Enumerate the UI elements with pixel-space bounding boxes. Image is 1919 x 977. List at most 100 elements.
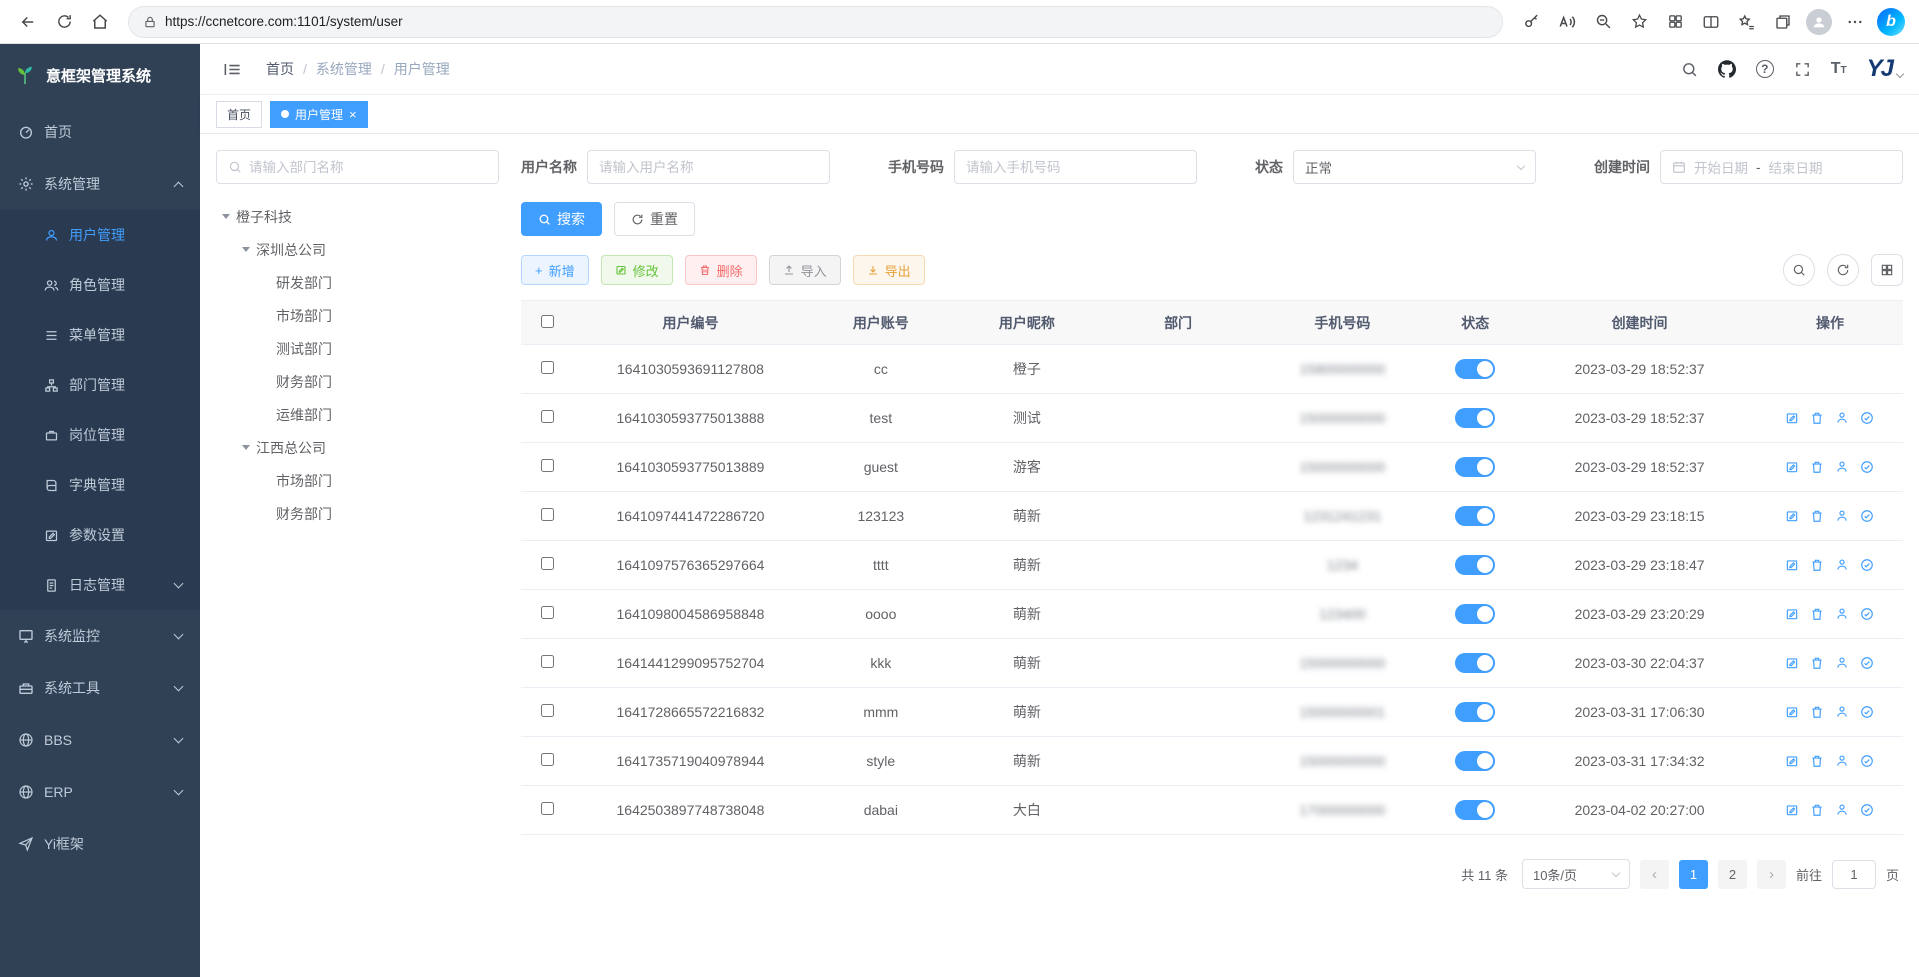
assign-role-icon[interactable] <box>1860 607 1874 621</box>
page-button-2[interactable]: 2 <box>1718 860 1747 889</box>
status-toggle[interactable] <box>1455 800 1495 820</box>
sidebar-item-dict-management[interactable]: 字典管理 <box>0 460 200 510</box>
next-page-button[interactable]: › <box>1757 860 1786 889</box>
profile-avatar[interactable] <box>1803 6 1835 38</box>
user-avatar-menu[interactable]: YJ <box>1867 55 1903 83</box>
sidebar-item-system-management[interactable]: 系统管理 <box>0 158 200 210</box>
reset-password-icon[interactable] <box>1835 705 1849 719</box>
collections-icon[interactable] <box>1767 6 1799 38</box>
split-screen-icon[interactable] <box>1695 6 1727 38</box>
prev-page-button[interactable]: ‹ <box>1640 860 1669 889</box>
address-bar[interactable]: https://ccnetcore.com:1101/system/user <box>128 6 1503 38</box>
page-size-select[interactable]: 10条/页 <box>1522 859 1630 889</box>
reset-password-icon[interactable] <box>1835 607 1849 621</box>
sidebar-item-user-management[interactable]: 用户管理 <box>0 210 200 260</box>
sidebar-item-bbs[interactable]: BBS <box>0 714 200 766</box>
add-favorite-icon[interactable] <box>1623 6 1655 38</box>
status-toggle[interactable] <box>1455 457 1495 477</box>
tree-node[interactable]: 橙子科技 <box>216 200 499 233</box>
reset-password-icon[interactable] <box>1835 803 1849 817</box>
breadcrumb-system[interactable]: 系统管理 <box>316 59 372 79</box>
tree-node[interactable]: 测试部门 <box>216 332 499 365</box>
delete-icon[interactable] <box>1810 460 1824 474</box>
tree-node[interactable]: 运维部门 <box>216 398 499 431</box>
assign-role-icon[interactable] <box>1860 754 1874 768</box>
dept-search-input[interactable] <box>249 160 487 175</box>
edit-icon[interactable] <box>1785 803 1799 817</box>
add-button[interactable]: + 新增 <box>521 255 589 285</box>
delete-icon[interactable] <box>1810 754 1824 768</box>
password-key-icon[interactable] <box>1515 6 1547 38</box>
row-checkbox[interactable] <box>541 459 554 472</box>
copilot-icon[interactable]: b <box>1875 6 1907 38</box>
tree-node[interactable]: 研发部门 <box>216 266 499 299</box>
font-size-icon[interactable]: TT <box>1831 60 1847 78</box>
row-checkbox[interactable] <box>541 606 554 619</box>
column-settings-button[interactable] <box>1871 254 1903 286</box>
status-select[interactable]: 正常 <box>1293 150 1536 184</box>
status-toggle[interactable] <box>1455 653 1495 673</box>
edit-icon[interactable] <box>1785 460 1799 474</box>
tag-home[interactable]: 首页 <box>216 101 262 128</box>
row-checkbox[interactable] <box>541 753 554 766</box>
assign-role-icon[interactable] <box>1860 558 1874 572</box>
refresh-table-button[interactable] <box>1827 254 1859 286</box>
favorites-bar-icon[interactable] <box>1731 6 1763 38</box>
assign-role-icon[interactable] <box>1860 656 1874 670</box>
sidebar-item-dept-management[interactable]: 部门管理 <box>0 360 200 410</box>
breadcrumb-home[interactable]: 首页 <box>266 59 294 79</box>
delete-icon[interactable] <box>1810 607 1824 621</box>
row-checkbox[interactable] <box>541 508 554 521</box>
sidebar-item-role-management[interactable]: 角色管理 <box>0 260 200 310</box>
page-button-1[interactable]: 1 <box>1679 860 1708 889</box>
help-icon[interactable]: ? <box>1756 60 1774 78</box>
sidebar-item-menu-management[interactable]: 菜单管理 <box>0 310 200 360</box>
sidebar-item-erp[interactable]: ERP <box>0 766 200 818</box>
delete-button[interactable]: 删除 <box>685 255 757 285</box>
toggle-search-button[interactable] <box>1783 254 1815 286</box>
status-toggle[interactable] <box>1455 408 1495 428</box>
phone-input[interactable] <box>966 160 1185 175</box>
tree-node[interactable]: 财务部门 <box>216 497 499 530</box>
delete-icon[interactable] <box>1810 656 1824 670</box>
browser-more-icon[interactable] <box>1839 6 1871 38</box>
row-checkbox[interactable] <box>541 704 554 717</box>
reset-password-icon[interactable] <box>1835 754 1849 768</box>
reset-password-icon[interactable] <box>1835 509 1849 523</box>
sidebar-item-home[interactable]: 首页 <box>0 106 200 158</box>
status-toggle[interactable] <box>1455 555 1495 575</box>
status-toggle[interactable] <box>1455 604 1495 624</box>
date-range-picker[interactable]: 开始日期 - 结束日期 <box>1660 150 1903 184</box>
edit-icon[interactable] <box>1785 754 1799 768</box>
edit-button[interactable]: 修改 <box>601 255 673 285</box>
github-icon[interactable] <box>1718 60 1736 78</box>
row-checkbox[interactable] <box>541 557 554 570</box>
delete-icon[interactable] <box>1810 509 1824 523</box>
export-button[interactable]: 导出 <box>853 255 925 285</box>
sidebar-item-yi-framework[interactable]: Yi框架 <box>0 818 200 870</box>
delete-icon[interactable] <box>1810 705 1824 719</box>
edit-icon[interactable] <box>1785 607 1799 621</box>
tree-node[interactable]: 财务部门 <box>216 365 499 398</box>
sidebar-collapse-icon[interactable] <box>216 53 248 85</box>
header-search-icon[interactable] <box>1681 61 1698 78</box>
reset-password-icon[interactable] <box>1835 558 1849 572</box>
sidebar-item-log-management[interactable]: 日志管理 <box>0 560 200 610</box>
row-checkbox[interactable] <box>541 655 554 668</box>
tree-node[interactable]: 深圳总公司 <box>216 233 499 266</box>
select-all-checkbox[interactable] <box>541 315 554 328</box>
status-toggle[interactable] <box>1455 702 1495 722</box>
import-button[interactable]: 导入 <box>769 255 841 285</box>
status-toggle[interactable] <box>1455 506 1495 526</box>
reset-password-icon[interactable] <box>1835 411 1849 425</box>
row-checkbox[interactable] <box>541 361 554 374</box>
fullscreen-icon[interactable] <box>1794 61 1811 78</box>
reset-button[interactable]: 重置 <box>614 202 695 236</box>
extensions-icon[interactable] <box>1659 6 1691 38</box>
tag-user-management[interactable]: 用户管理 × <box>270 101 368 128</box>
row-checkbox[interactable] <box>541 802 554 815</box>
sidebar-item-param-settings[interactable]: 参数设置 <box>0 510 200 560</box>
sidebar-item-system-monitor[interactable]: 系统监控 <box>0 610 200 662</box>
assign-role-icon[interactable] <box>1860 460 1874 474</box>
status-toggle[interactable] <box>1455 751 1495 771</box>
